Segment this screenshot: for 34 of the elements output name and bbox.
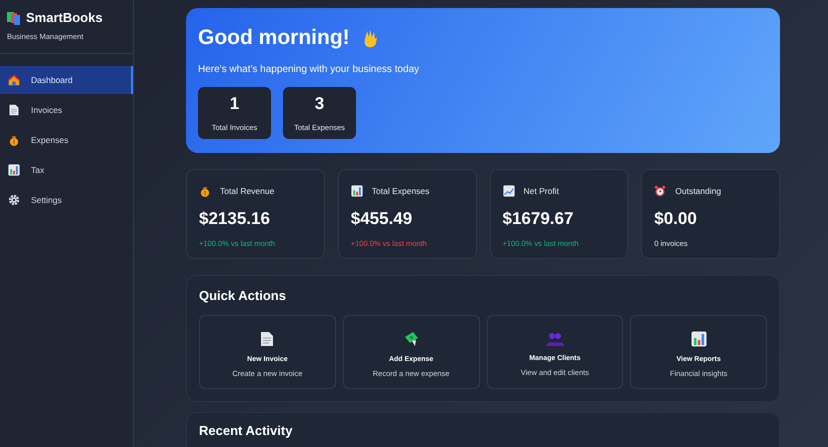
brand-name: SmartBooks — [26, 10, 103, 25]
settings-icon — [8, 194, 20, 206]
books-logo-icon — [7, 10, 21, 24]
house-icon — [8, 74, 20, 86]
counter-value: 3 — [314, 94, 324, 114]
greeting: Good morning! — [198, 26, 350, 50]
counter-value: 1 — [230, 94, 240, 114]
stat-title: Total Expenses — [372, 186, 430, 196]
money-bag-icon — [8, 134, 20, 146]
alarm-clock-icon — [654, 185, 666, 197]
stat-value: $0.00 — [654, 209, 698, 229]
bar-chart-icon — [350, 185, 363, 197]
nav-item[interactable]: Dashboard — [0, 66, 133, 94]
nav-item[interactable]: Invoices — [0, 96, 133, 124]
nav-item[interactable]: Settings — [0, 186, 133, 214]
panel-title: Quick Actions — [199, 288, 287, 303]
bar-chart-icon — [8, 164, 20, 176]
stat-title: Total Revenue — [220, 186, 274, 196]
stat-title: Net Profit — [524, 186, 559, 196]
stat-title: Outstanding — [675, 186, 722, 196]
bar-chart-icon — [690, 330, 707, 346]
stat-value: $1679.67 — [502, 209, 574, 229]
stat-value: $455.49 — [350, 209, 414, 229]
people-icon — [546, 332, 564, 346]
nav-item[interactable]: Tax — [0, 156, 133, 184]
nav-item[interactable]: Expenses — [0, 126, 133, 154]
money-bag-icon — [199, 185, 211, 197]
line-chart-icon — [502, 185, 514, 197]
panel-title: Recent Activity — [199, 423, 294, 438]
document-icon — [260, 330, 274, 346]
flying-money-icon — [403, 330, 420, 346]
banner-subtitle: Here's what's happening with your business today — [198, 64, 420, 75]
stat-value: $2135.16 — [199, 209, 271, 229]
document-icon — [8, 104, 20, 116]
